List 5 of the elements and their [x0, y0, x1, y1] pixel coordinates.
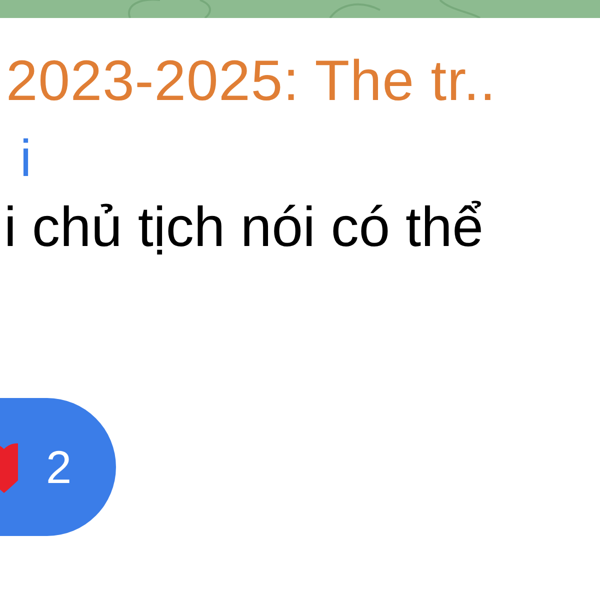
sender-name: i: [20, 130, 32, 188]
message-text: i chủ tịch nói có thể: [4, 195, 484, 258]
reply-title: 2023-2025: The tr..: [6, 49, 496, 113]
heart-icon: [0, 441, 18, 493]
reaction-button[interactable]: 2: [0, 398, 116, 536]
